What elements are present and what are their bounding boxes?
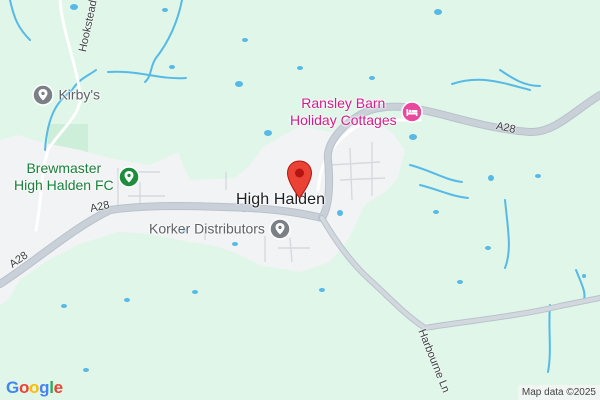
poi-ransley-barn[interactable]: Ransley Barn Holiday Cottages bbox=[290, 95, 423, 129]
pond bbox=[61, 304, 67, 308]
pond bbox=[488, 175, 494, 181]
pond bbox=[485, 246, 491, 250]
google-logo-letter: g bbox=[39, 378, 50, 397]
google-logo[interactable]: Google bbox=[6, 378, 63, 398]
pond bbox=[264, 130, 272, 136]
pond bbox=[124, 298, 130, 302]
location-pin-icon bbox=[269, 218, 292, 240]
pond bbox=[319, 288, 325, 292]
poi-korker-label: Korker Distributors bbox=[149, 220, 265, 237]
pond bbox=[337, 210, 343, 216]
pond bbox=[434, 9, 442, 15]
pond bbox=[457, 280, 463, 284]
pond bbox=[70, 4, 78, 10]
pond bbox=[242, 38, 248, 42]
map-pin-icon[interactable] bbox=[286, 160, 313, 200]
poi-brewmaster-line1: Brewmaster bbox=[26, 160, 102, 176]
map-canvas[interactable]: A28 A28 A28 Hookstead Harbourne Ln Kirby… bbox=[0, 0, 600, 400]
poi-ransley-text: Ransley Barn Holiday Cottages bbox=[290, 95, 397, 129]
pond bbox=[235, 81, 243, 87]
google-logo-letter: o bbox=[29, 378, 40, 397]
google-logo-letter: o bbox=[18, 378, 30, 397]
poi-brewmaster-line2: High Halden FC bbox=[14, 177, 114, 193]
google-logo-letter: e bbox=[53, 378, 63, 397]
map-attribution[interactable]: Map data ©2025 bbox=[517, 385, 600, 400]
pond bbox=[582, 274, 586, 278]
location-pin-icon bbox=[118, 166, 140, 188]
poi-ransley-line1: Ransley Barn bbox=[301, 95, 386, 111]
pond bbox=[297, 66, 303, 70]
bed-icon bbox=[401, 101, 423, 123]
pond bbox=[535, 174, 541, 178]
pond bbox=[409, 134, 417, 140]
pond bbox=[169, 65, 175, 69]
pond bbox=[192, 290, 198, 294]
pond bbox=[83, 368, 89, 372]
poi-kirbys[interactable]: Kirby's bbox=[32, 84, 100, 106]
poi-brewmaster-text: Brewmaster High Halden FC bbox=[14, 160, 114, 194]
google-logo-letter: G bbox=[6, 378, 19, 397]
poi-brewmaster[interactable]: Brewmaster High Halden FC bbox=[14, 160, 140, 194]
poi-kirbys-label: Kirby's bbox=[58, 86, 101, 103]
pond bbox=[433, 210, 439, 214]
pond bbox=[369, 76, 375, 80]
pond bbox=[232, 242, 238, 246]
poi-korker[interactable]: Korker Distributors bbox=[149, 218, 292, 240]
pond bbox=[162, 8, 168, 12]
location-pin-icon bbox=[32, 84, 54, 106]
poi-ransley-line2: Holiday Cottages bbox=[290, 112, 397, 128]
